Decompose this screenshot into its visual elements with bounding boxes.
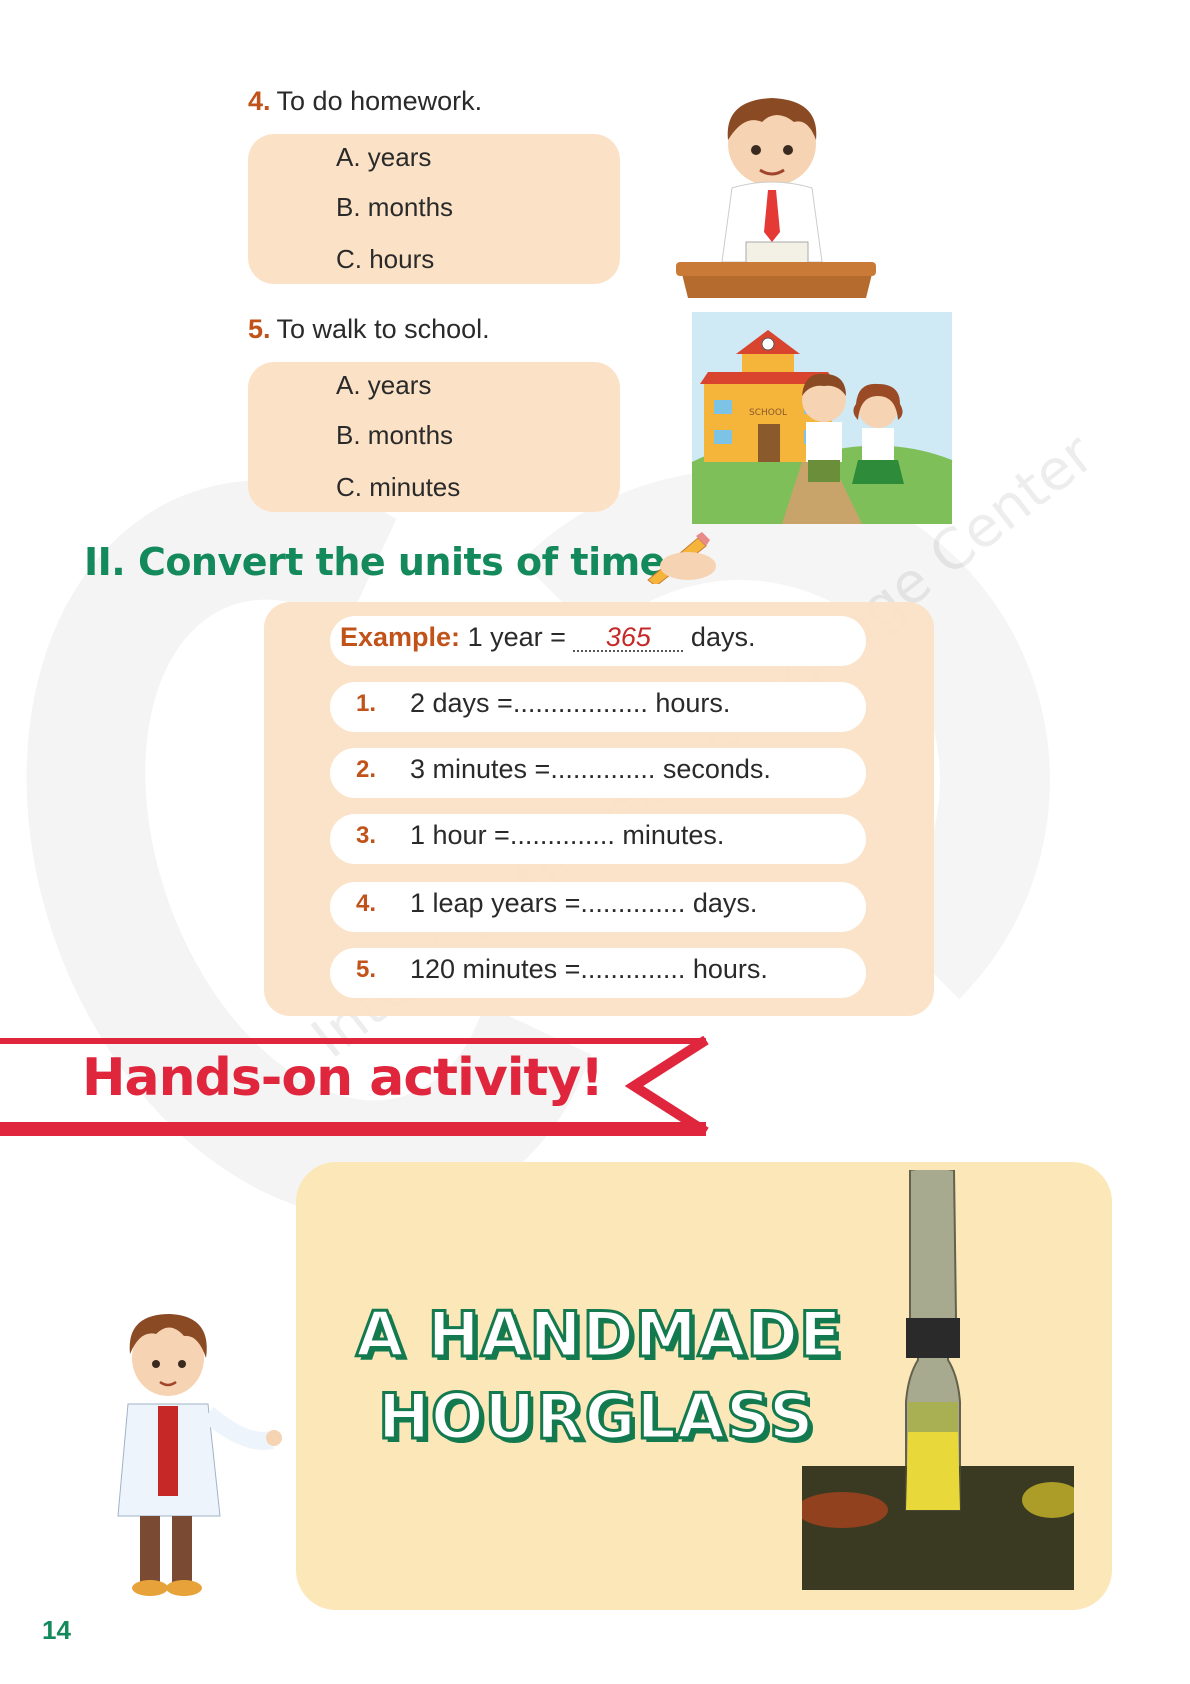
conversion-row-5: 5. 120 minutes =.............. hours. bbox=[330, 948, 866, 998]
question-number: 5. bbox=[248, 314, 271, 344]
hourglass-title-line-1: A HANDMADE bbox=[354, 1297, 843, 1373]
question-5-title: 5. To walk to school. bbox=[248, 314, 490, 345]
boy-reading-illustration bbox=[676, 98, 876, 298]
row-text[interactable]: 1 leap years =.............. days. bbox=[410, 888, 757, 919]
school-scene-illustration: SCHOOL bbox=[692, 312, 952, 524]
banner-ribbon-end bbox=[624, 1036, 709, 1136]
banner-bottom-stripe bbox=[0, 1122, 706, 1136]
hourglass-photo bbox=[802, 1170, 1074, 1590]
option-b[interactable]: B. months bbox=[336, 192, 453, 223]
example-text: Example: 1 year = 365 days. bbox=[340, 622, 755, 653]
example-row: Example: 1 year = 365 days. bbox=[330, 616, 866, 666]
conversion-row-4: 4. 1 leap years =.............. days. bbox=[330, 882, 866, 932]
option-a[interactable]: A. years bbox=[336, 142, 431, 173]
hourglass-title-line-2: HOURGLASS bbox=[377, 1379, 816, 1455]
row-text[interactable]: 2 days =.................. hours. bbox=[410, 688, 730, 719]
row-text[interactable]: 3 minutes =.............. seconds. bbox=[410, 754, 771, 785]
question-4-title: 4. To do homework. bbox=[248, 86, 482, 117]
conversion-row-2: 2. 3 minutes =.............. seconds. bbox=[330, 748, 866, 798]
example-after: days. bbox=[690, 622, 756, 652]
conversion-row-3: 3. 1 hour =.............. minutes. bbox=[330, 814, 866, 864]
example-before: 1 year = bbox=[467, 622, 566, 652]
row-number: 5. bbox=[356, 956, 377, 983]
question-5-options: A. years B. months C. minutes bbox=[248, 362, 620, 512]
row-text[interactable]: 120 minutes =.............. hours. bbox=[410, 954, 768, 985]
section-2-title: II. Convert the units of time. bbox=[84, 540, 679, 584]
row-text[interactable]: 1 hour =.............. minutes. bbox=[410, 820, 724, 851]
example-answer-blank: 365 bbox=[573, 622, 684, 652]
scientist-boy-illustration bbox=[117, 1314, 282, 1596]
banner-title: Hands-on activity! bbox=[82, 1048, 604, 1108]
question-text: To do homework. bbox=[276, 86, 483, 116]
question-number: 4. bbox=[248, 86, 271, 116]
option-a[interactable]: A. years bbox=[336, 370, 431, 401]
question-text: To walk to school. bbox=[276, 314, 490, 344]
row-number: 3. bbox=[356, 822, 377, 849]
school-sign: SCHOOL bbox=[749, 408, 787, 418]
example-answer: 365 bbox=[605, 622, 651, 652]
row-number: 4. bbox=[356, 890, 377, 917]
option-b[interactable]: B. months bbox=[336, 420, 453, 451]
hand-writing-pencil-icon bbox=[647, 532, 716, 584]
question-4-options: A. years B. months C. hours bbox=[248, 134, 620, 284]
option-c[interactable]: C. minutes bbox=[336, 472, 460, 503]
banner-top-stripe bbox=[0, 1038, 706, 1044]
option-c[interactable]: C. hours bbox=[336, 244, 434, 275]
row-number: 1. bbox=[356, 690, 377, 717]
row-number: 2. bbox=[356, 756, 377, 783]
example-label: Example: bbox=[340, 622, 461, 652]
conversion-row-1: 1. 2 days =.................. hours. bbox=[330, 682, 866, 732]
page-number: 14 bbox=[42, 1615, 71, 1645]
